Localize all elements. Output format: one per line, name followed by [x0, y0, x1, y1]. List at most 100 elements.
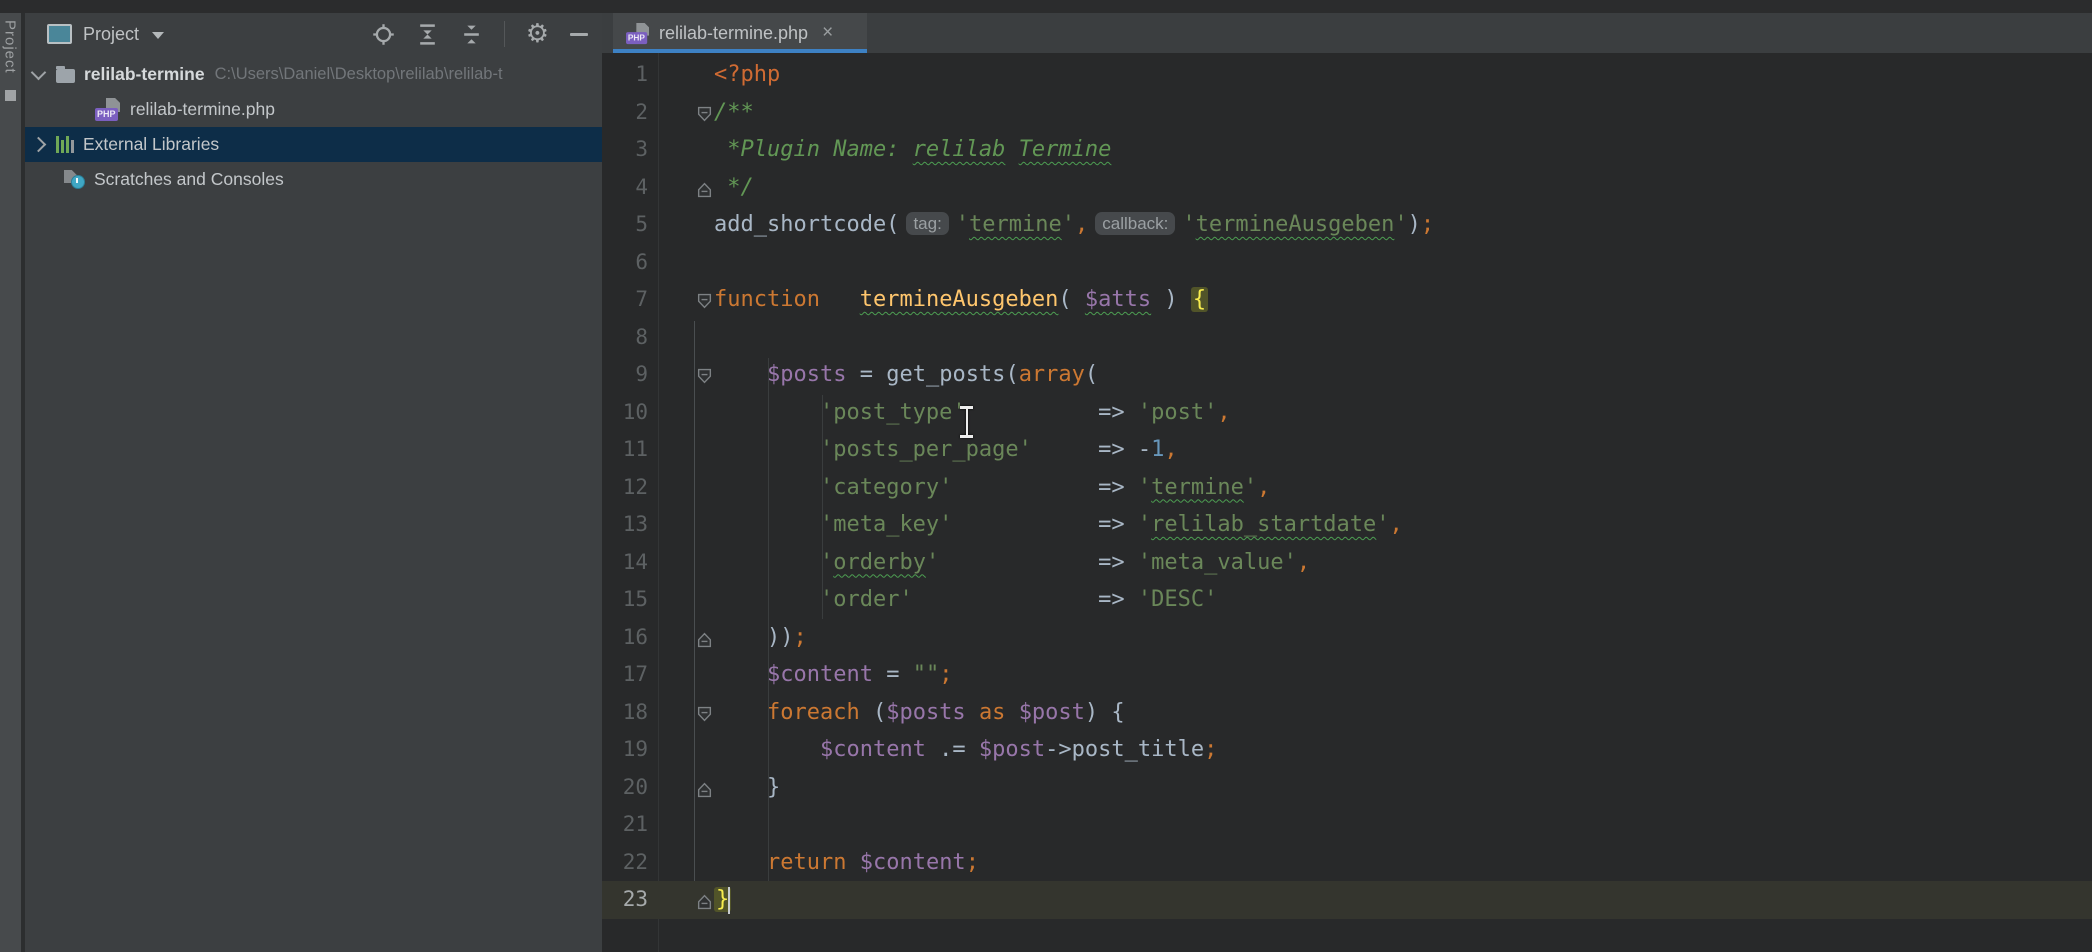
tree-item-scratches-and-consoles[interactable]: Scratches and Consoles: [25, 162, 602, 197]
expand-all-button[interactable]: [416, 23, 439, 46]
tree-item-relilab-termine-php[interactable]: PHP relilab-termine.php: [25, 92, 602, 127]
code-text: /**: [714, 94, 754, 132]
text-caret: [728, 887, 730, 914]
tree-item-label: External Libraries: [83, 134, 219, 155]
line-number[interactable]: 15: [602, 581, 648, 619]
code-line-19[interactable]: 19 $content .= $post->post_title;: [602, 731, 2092, 769]
locate-file-button[interactable]: [372, 23, 395, 46]
fold-marker-down[interactable]: [696, 104, 713, 121]
toolbar-separator: [504, 21, 505, 47]
line-number[interactable]: 13: [602, 506, 648, 544]
code-text: }: [714, 769, 780, 807]
hide-tool-window-button[interactable]: [570, 33, 588, 36]
stripe-project-button[interactable]: Project: [3, 20, 19, 74]
line-number[interactable]: 4: [602, 169, 648, 207]
line-number[interactable]: 2: [602, 94, 648, 132]
code-line-11[interactable]: 11 'posts_per_page' => -1,: [602, 431, 2092, 469]
tree-item-label: relilab-termine.php: [130, 99, 275, 120]
php-file-icon: PHP: [95, 98, 121, 121]
line-number[interactable]: 11: [602, 431, 648, 469]
code-line-4[interactable]: 4 */: [602, 169, 2092, 207]
fold-marker-down[interactable]: [696, 291, 713, 308]
fold-marker-up[interactable]: [696, 629, 713, 646]
line-number[interactable]: 9: [602, 356, 648, 394]
code-text: $posts = get_posts(array(: [714, 356, 1098, 394]
folder-icon: [56, 69, 75, 83]
code-line-3[interactable]: 3 *Plugin Name: relilab Termine: [602, 131, 2092, 169]
chevron-down-icon[interactable]: [152, 32, 164, 39]
code-line-2[interactable]: 2 /**: [602, 94, 2092, 132]
library-icon: [56, 136, 74, 153]
fold-marker-up[interactable]: [696, 779, 713, 796]
chevron-down-icon[interactable]: [31, 65, 47, 81]
line-number[interactable]: 8: [602, 319, 648, 357]
code-line-21[interactable]: 21: [602, 806, 2092, 844]
line-number[interactable]: 23: [602, 881, 648, 919]
project-view-selector[interactable]: Project: [83, 24, 139, 45]
line-number[interactable]: 17: [602, 656, 648, 694]
code-line-22[interactable]: 22 return $content;: [602, 844, 2092, 882]
scratches-icon: [64, 170, 85, 189]
code-text: 'category' => 'termine',: [714, 469, 1270, 507]
line-number[interactable]: 18: [602, 694, 648, 732]
fold-marker-down[interactable]: [696, 366, 713, 383]
project-tree: relilab-termineC:\Users\Daniel\Desktop\r…: [25, 55, 602, 197]
line-number[interactable]: 5: [602, 206, 648, 244]
code-line-17[interactable]: 17 $content = "";: [602, 656, 2092, 694]
code-text: add_shortcode(tag:'termine',callback:'te…: [714, 206, 1434, 244]
code-line-23[interactable]: 23}: [602, 881, 2092, 919]
code-line-7[interactable]: 7 function termineAusgeben( $atts ) {: [602, 281, 2092, 319]
line-number[interactable]: 12: [602, 469, 648, 507]
line-number[interactable]: 16: [602, 619, 648, 657]
settings-gear-button[interactable]: ⚙: [526, 21, 549, 47]
line-number[interactable]: 19: [602, 731, 648, 769]
code-text: return $content;: [714, 844, 979, 882]
php-file-icon: PHP: [626, 22, 650, 43]
code-line-14[interactable]: 14 'orderby' => 'meta_value',: [602, 544, 2092, 582]
editor-tab-bar: PHP relilab-termine.php ×: [602, 13, 2092, 53]
code-line-13[interactable]: 13 'meta_key' => 'relilab_startdate',: [602, 506, 2092, 544]
project-tool-window-icon: [47, 24, 72, 44]
code-text: function termineAusgeben( $atts ) {: [714, 281, 1206, 319]
line-number[interactable]: 22: [602, 844, 648, 882]
line-number[interactable]: 3: [602, 131, 648, 169]
line-number[interactable]: 21: [602, 806, 648, 844]
line-number[interactable]: 1: [602, 56, 648, 94]
code-line-15[interactable]: 15 'order' => 'DESC': [602, 581, 2092, 619]
code-line-12[interactable]: 12 'category' => 'termine',: [602, 469, 2092, 507]
code-line-8[interactable]: 8: [602, 319, 2092, 357]
project-toolbar: Project ⚙: [25, 13, 602, 55]
code-line-5[interactable]: 5 add_shortcode(tag:'termine',callback:'t…: [602, 206, 2092, 244]
code-text: 'order' => 'DESC': [714, 581, 1217, 619]
tab-relilab-termine-php[interactable]: PHP relilab-termine.php ×: [613, 13, 867, 53]
code-line-16[interactable]: 16 ));: [602, 619, 2092, 657]
parameter-hint: callback:: [1095, 212, 1175, 235]
line-number[interactable]: 14: [602, 544, 648, 582]
fold-marker-up[interactable]: [696, 179, 713, 196]
code-line-10[interactable]: 10 'post_type' => 'post',: [602, 394, 2092, 432]
close-icon[interactable]: ×: [822, 22, 833, 44]
fold-marker-up[interactable]: [696, 891, 713, 908]
code-line-20[interactable]: 20 }: [602, 769, 2092, 807]
line-number[interactable]: 6: [602, 244, 648, 282]
code-text: 'orderby' => 'meta_value',: [714, 544, 1310, 582]
fold-marker-down[interactable]: [696, 704, 713, 721]
code-text: ));: [714, 619, 807, 657]
collapse-all-button[interactable]: [460, 23, 483, 46]
tree-item-relilab-termine[interactable]: relilab-termineC:\Users\Daniel\Desktop\r…: [25, 57, 602, 92]
code-line-18[interactable]: 18 foreach ($posts as $post) {: [602, 694, 2092, 732]
code-text: 'posts_per_page' => -1,: [714, 431, 1178, 469]
mouse-cursor-ibeam: [958, 406, 976, 438]
line-number[interactable]: 20: [602, 769, 648, 807]
line-number[interactable]: 7: [602, 281, 648, 319]
line-number[interactable]: 10: [602, 394, 648, 432]
chevron-right-icon[interactable]: [31, 137, 47, 153]
code-text: $content .= $post->post_title;: [714, 731, 1217, 769]
parameter-hint: tag:: [906, 212, 948, 235]
code-line-1[interactable]: 1<?php: [602, 56, 2092, 94]
code-text: 'meta_key' => 'relilab_startdate',: [714, 506, 1403, 544]
code-line-9[interactable]: 9 $posts = get_posts(array(: [602, 356, 2092, 394]
tree-item-external-libraries[interactable]: External Libraries: [25, 127, 602, 162]
code-line-6[interactable]: 6: [602, 244, 2092, 282]
code-editor[interactable]: 1<?php2 /**3 *Plugin Name: relilab Termin…: [602, 53, 2092, 952]
